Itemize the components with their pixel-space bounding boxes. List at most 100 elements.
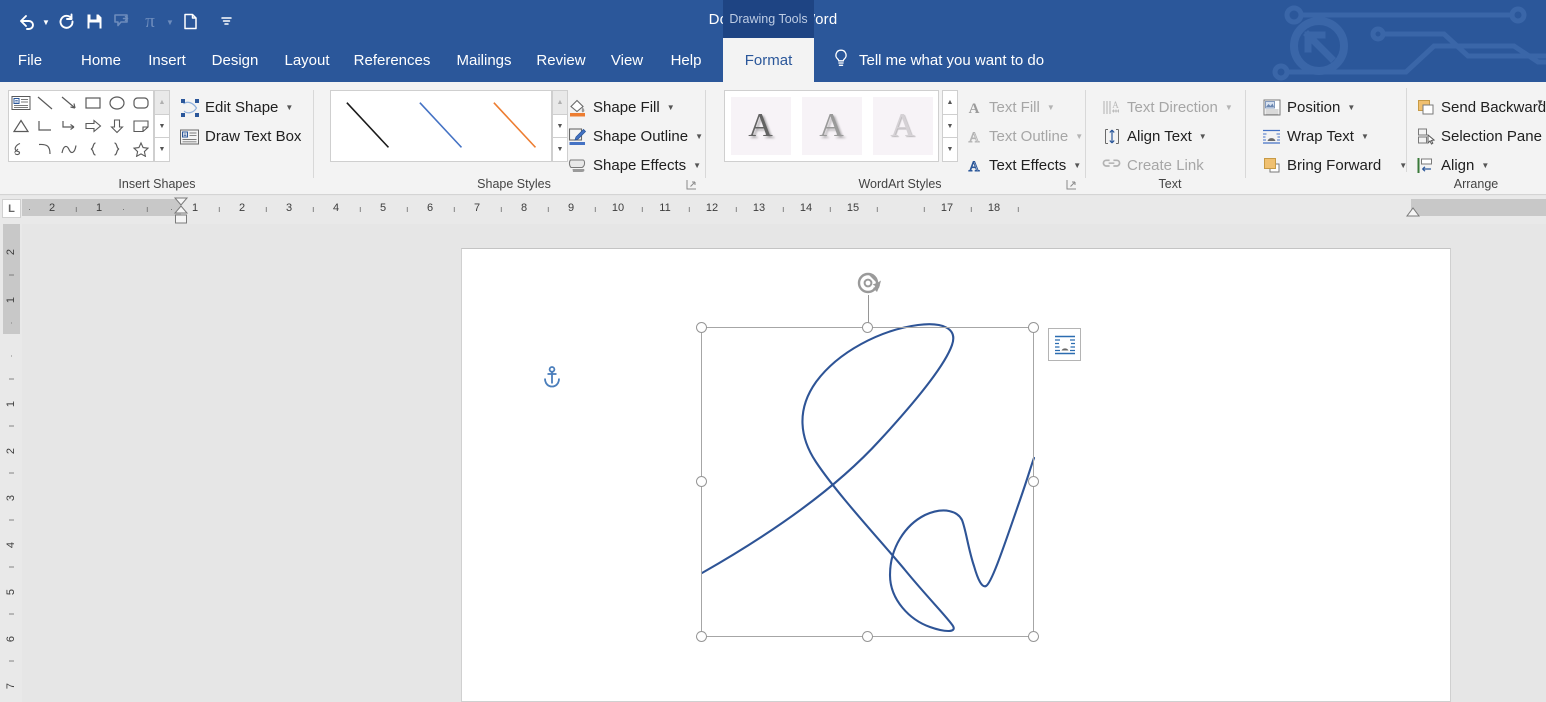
align-objects-dropdown-caret[interactable]: ▼ <box>1481 161 1489 170</box>
wordart-style-1[interactable]: A <box>731 97 791 155</box>
bring-forward-button[interactable]: Bring Forward ▼ <box>1262 156 1407 175</box>
shape-fill-dropdown-caret[interactable]: ▼ <box>667 103 675 112</box>
resize-handle-top-center[interactable] <box>862 322 873 333</box>
new-document-icon[interactable] <box>176 6 204 36</box>
shape-oval[interactable] <box>105 91 129 114</box>
shape-style-gallery[interactable] <box>330 90 552 162</box>
wordart-gallery-scrollbar[interactable]: ▲ ▼ ▼ <box>942 90 958 162</box>
text-direction-button[interactable]: A Text Direction ▼ <box>1102 98 1233 117</box>
save-icon[interactable] <box>80 6 108 36</box>
horizontal-ruler[interactable]: 2 1 1 2 3 4 5 6 7 8 9 10 11 12 13 14 15 … <box>22 196 1546 224</box>
tab-insert[interactable]: Insert <box>140 38 194 82</box>
send-backward-overflow-caret[interactable]: ▼ <box>1535 98 1544 107</box>
shape-line[interactable] <box>33 91 57 114</box>
text-direction-dropdown-caret[interactable]: ▼ <box>1225 103 1233 112</box>
tab-mailings[interactable]: Mailings <box>446 38 522 82</box>
shape-rectangle[interactable] <box>81 91 105 114</box>
shape-gallery-scroll-up[interactable]: ▲ <box>154 90 170 115</box>
tab-view[interactable]: View <box>600 38 654 82</box>
shape-gallery[interactable] <box>8 90 154 162</box>
shape-style-orange-line[interactable] <box>478 91 551 161</box>
resize-handle-bottom-center[interactable] <box>862 631 873 642</box>
tab-review[interactable]: Review <box>528 38 594 82</box>
tab-file[interactable]: File <box>10 38 50 82</box>
undo-dropdown-caret[interactable]: ▼ <box>40 6 52 36</box>
touch-mouse-mode-icon[interactable] <box>108 6 136 36</box>
wordart-style-2[interactable]: A <box>802 97 862 155</box>
shape-right-brace[interactable] <box>105 138 129 161</box>
position-dropdown-caret[interactable]: ▼ <box>1347 103 1355 112</box>
wordart-scroll-down[interactable]: ▼ <box>942 115 958 139</box>
resize-handle-middle-right[interactable] <box>1028 476 1039 487</box>
resize-handle-middle-left[interactable] <box>696 476 707 487</box>
tab-help[interactable]: Help <box>660 38 712 82</box>
shape-styles-dialog-launcher[interactable] <box>686 179 698 191</box>
text-fill-dropdown-caret[interactable]: ▼ <box>1047 103 1055 112</box>
shape-elbow-connector[interactable] <box>33 114 57 137</box>
shape-style-black-line[interactable] <box>331 91 404 161</box>
text-fill-button[interactable]: A Text Fill ▼ <box>964 98 1055 117</box>
shape-style-scroll-down[interactable]: ▼ <box>552 115 568 139</box>
align-text-dropdown-caret[interactable]: ▼ <box>1199 132 1207 141</box>
shape-elbow-arrow-connector[interactable] <box>57 114 81 137</box>
shape-outline-button[interactable]: Shape Outline ▼ <box>568 127 703 146</box>
wordart-styles-dialog-launcher[interactable] <box>1066 179 1078 191</box>
shape-curve[interactable] <box>33 138 57 161</box>
shape-arc[interactable] <box>57 138 81 161</box>
align-objects-button[interactable]: Align ▼ <box>1416 156 1489 175</box>
shape-scribble[interactable] <box>9 138 33 161</box>
shape-style-blue-line[interactable] <box>404 91 477 161</box>
shape-down-arrow[interactable] <box>105 114 129 137</box>
shape-style-more[interactable]: ▼ <box>552 138 568 162</box>
text-effects-dropdown-caret[interactable]: ▼ <box>1073 161 1081 170</box>
wrap-text-dropdown-caret[interactable]: ▼ <box>1361 132 1369 141</box>
wrap-text-button[interactable]: Wrap Text ▼ <box>1262 127 1369 146</box>
equation-icon[interactable]: π <box>136 6 164 36</box>
tab-layout[interactable]: Layout <box>276 38 338 82</box>
resize-handle-bottom-left[interactable] <box>696 631 707 642</box>
vertical-ruler[interactable]: 2 1 1 2 3 4 5 6 7 ı · · ı ı ı ı ı ı ı <box>0 224 22 702</box>
shape-triangle[interactable] <box>9 114 33 137</box>
tab-stop-selector[interactable]: L <box>0 196 22 224</box>
text-outline-button[interactable]: A Text Outline ▼ <box>964 127 1083 146</box>
resize-handle-top-left[interactable] <box>696 322 707 333</box>
resize-handle-top-right[interactable] <box>1028 322 1039 333</box>
undo-icon[interactable] <box>12 6 40 36</box>
selection-pane-button[interactable]: Selection Pane <box>1416 127 1542 146</box>
tab-format[interactable]: Format <box>723 38 814 82</box>
shape-gallery-more[interactable]: ▼ <box>154 138 170 162</box>
shape-star[interactable] <box>129 138 153 161</box>
wordart-style-3[interactable]: A <box>873 97 933 155</box>
wordart-more[interactable]: ▼ <box>942 138 958 162</box>
wordart-style-gallery[interactable]: A A A <box>724 90 939 162</box>
text-outline-dropdown-caret[interactable]: ▼ <box>1075 132 1083 141</box>
layout-options-button[interactable] <box>1048 328 1081 361</box>
shape-style-gallery-scrollbar[interactable]: ▲ ▼ ▼ <box>552 90 568 162</box>
shape-folded-corner[interactable] <box>129 114 153 137</box>
wordart-scroll-up[interactable]: ▲ <box>942 90 958 115</box>
tab-home[interactable]: Home <box>68 38 134 82</box>
send-backward-button[interactable]: Send Backward ▼ <box>1416 98 1546 117</box>
shape-right-arrow[interactable] <box>81 114 105 137</box>
indent-markers[interactable] <box>22 196 1546 224</box>
text-effects-button[interactable]: A Text Effects ▼ <box>964 156 1081 175</box>
shape-gallery-scroll-down[interactable]: ▼ <box>154 115 170 139</box>
edit-shape-dropdown-caret[interactable]: ▼ <box>285 103 293 112</box>
redo-icon[interactable] <box>52 6 80 36</box>
create-link-button[interactable]: Create Link <box>1102 156 1204 175</box>
position-button[interactable]: Position ▼ <box>1262 98 1355 117</box>
shape-effects-dropdown-caret[interactable]: ▼ <box>693 161 701 170</box>
shape-fill-button[interactable]: Shape Fill ▼ <box>568 98 675 117</box>
draw-text-box-button[interactable]: Draw Text Box <box>180 127 301 146</box>
shape-text-box[interactable] <box>9 91 33 114</box>
rotate-handle-icon[interactable] <box>855 270 883 298</box>
shape-left-brace[interactable] <box>81 138 105 161</box>
tab-design[interactable]: Design <box>200 38 270 82</box>
equation-dropdown-caret[interactable]: ▼ <box>164 6 176 36</box>
document-page[interactable] <box>461 248 1451 702</box>
customize-quick-access-toolbar-icon[interactable] <box>212 6 240 36</box>
shape-effects-button[interactable]: Shape Effects ▼ <box>568 156 701 175</box>
shape-line-arrow[interactable] <box>57 91 81 114</box>
shape-style-scroll-up[interactable]: ▲ <box>552 90 568 115</box>
resize-handle-bottom-right[interactable] <box>1028 631 1039 642</box>
